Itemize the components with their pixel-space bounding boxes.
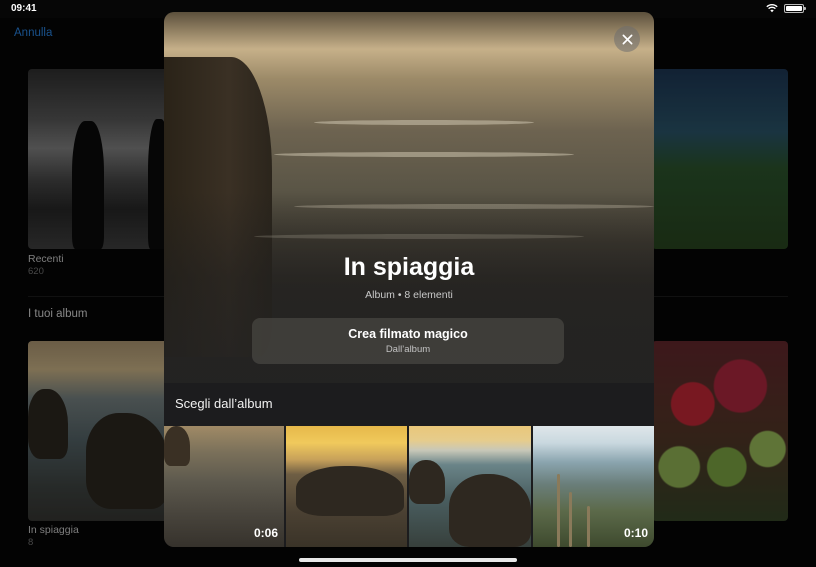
status-time: 09:41 (11, 3, 37, 14)
wave (314, 120, 534, 125)
video-duration: 0:06 (253, 526, 278, 540)
album-title: In spiaggia (343, 253, 475, 281)
battery-fill (786, 5, 802, 11)
grass (557, 474, 560, 547)
rock (409, 460, 445, 504)
home-indicator (299, 558, 517, 562)
rock (296, 466, 404, 516)
album-item-2[interactable] (286, 426, 407, 547)
close-button[interactable] (614, 26, 640, 52)
album-thumbnails: 0:06 0:10 (164, 426, 654, 547)
album-subtitle: Album • 8 elementi (365, 289, 453, 301)
album-item-4[interactable]: 0:10 (533, 426, 654, 547)
grass (587, 506, 590, 547)
wave (274, 152, 574, 157)
album-item-1[interactable]: 0:06 (164, 426, 284, 547)
magic-button-subtitle: Dall’album (385, 344, 431, 355)
battery-icon (784, 3, 806, 13)
album-item-3[interactable] (409, 426, 531, 547)
video-duration: 0:10 (623, 526, 648, 540)
rock (449, 474, 531, 547)
wifi-icon (766, 4, 778, 13)
screen: 09:41 Annulla Recenti 620 I tuoi album I… (0, 0, 816, 567)
rock (164, 426, 190, 466)
create-magic-movie-button[interactable]: Crea filmato magico Dall’album (252, 318, 564, 364)
magic-button-title: Crea filmato magico (348, 327, 468, 341)
status-icons (766, 3, 806, 13)
album-sheet: In spiaggia Album • 8 elementi Crea film… (164, 12, 654, 547)
close-icon (622, 34, 632, 44)
grass (569, 492, 572, 547)
choose-from-album-title: Scegli dall’album (175, 396, 273, 411)
